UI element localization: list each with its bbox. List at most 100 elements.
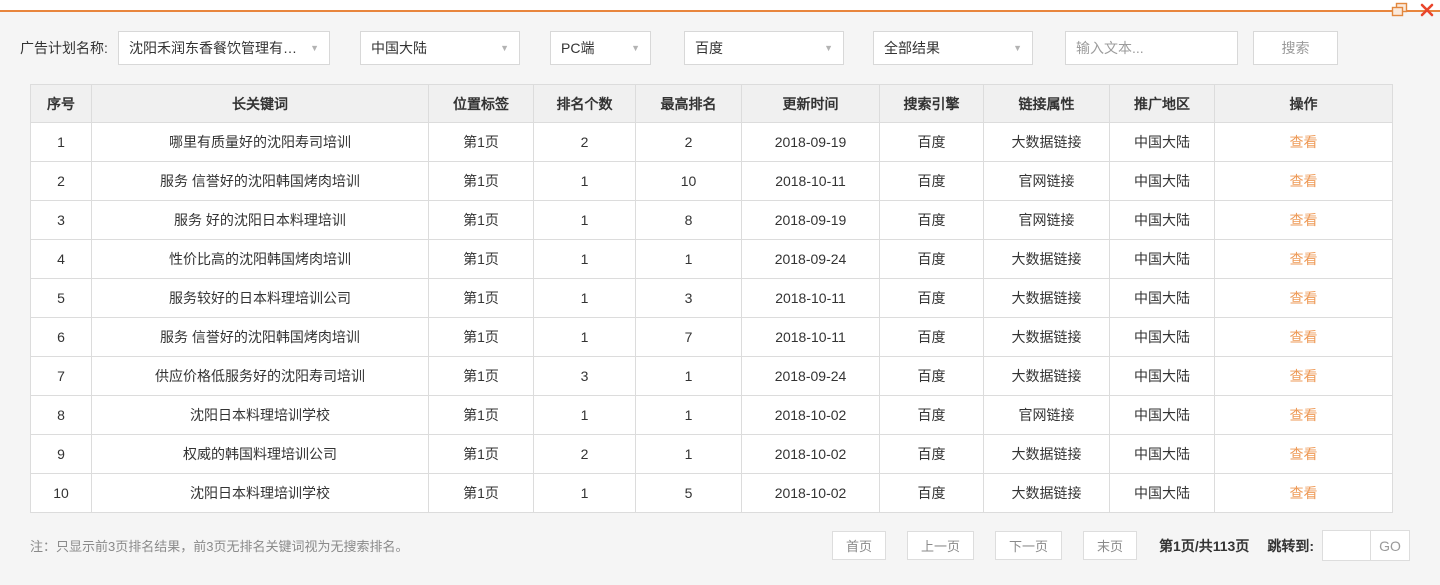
result-filter-select[interactable]: 全部结果 ▼ (873, 31, 1033, 65)
cell-rank-count: 3 (533, 356, 636, 396)
platform-select[interactable]: PC端 ▼ (550, 31, 651, 65)
cell-link-attr: 官网链接 (983, 395, 1110, 435)
chevron-down-icon: ▼ (824, 43, 833, 53)
cell-action: 查看 (1214, 239, 1393, 279)
engine-select-value: 百度 (695, 40, 723, 56)
cell-link-attr: 官网链接 (983, 161, 1110, 201)
cell-rank-count: 1 (533, 473, 636, 513)
filter-bar: 广告计划名称: 沈阳禾润东香餐饮管理有限公... ▼ 中国大陆 ▼ PC端 ▼ … (0, 12, 1440, 84)
table-row: 2 服务 信誉好的沈阳韩国烤肉培训 第1页 1 10 2018-10-11 百度 官网链接 中国… (30, 161, 1393, 201)
cell-action: 查看 (1214, 122, 1393, 162)
cell-engine: 百度 (879, 317, 984, 357)
table-row: 7 供应价格低服务好的沈阳寿司培训 第1页 3 1 2018-09-24 百度 大数据链接 中国… (30, 356, 1393, 396)
cell-rank-count: 2 (533, 122, 636, 162)
table-row: 6 服务 信誉好的沈阳韩国烤肉培训 第1页 1 7 2018-10-11 百度 大数据链接 中国… (30, 317, 1393, 357)
chevron-down-icon: ▼ (310, 43, 319, 53)
col-best-rank: 最高排名 (635, 84, 742, 123)
cell-link-attr: 大数据链接 (983, 239, 1110, 279)
table-row: 9 权威的韩国料理培训公司 第1页 2 1 2018-10-02 百度 大数据链接 中国大陆 查看 (30, 434, 1393, 474)
cell-seq: 8 (30, 395, 92, 435)
cell-best-rank: 1 (635, 395, 742, 435)
chevron-down-icon: ▼ (500, 43, 509, 53)
view-link[interactable]: 查看 (1290, 485, 1318, 501)
cell-keyword: 服务 信誉好的沈阳韩国烤肉培训 (91, 317, 429, 357)
col-action: 操作 (1214, 84, 1393, 123)
cell-action: 查看 (1214, 278, 1393, 318)
view-link[interactable]: 查看 (1290, 329, 1318, 345)
cell-keyword: 服务 好的沈阳日本料理培训 (91, 200, 429, 240)
cell-action: 查看 (1214, 200, 1393, 240)
cell-engine: 百度 (879, 434, 984, 474)
region-select[interactable]: 中国大陆 ▼ (360, 31, 520, 65)
cell-keyword: 供应价格低服务好的沈阳寿司培训 (91, 356, 429, 396)
col-engine: 搜索引擎 (879, 84, 984, 123)
cell-seq: 9 (30, 434, 92, 474)
cell-page-tag: 第1页 (428, 200, 534, 240)
cell-update-time: 2018-10-11 (741, 161, 880, 201)
view-link[interactable]: 查看 (1290, 407, 1318, 423)
col-rank-count: 排名个数 (533, 84, 636, 123)
cell-update-time: 2018-10-02 (741, 395, 880, 435)
cell-region: 中国大陆 (1109, 122, 1215, 162)
go-button[interactable]: GO (1370, 531, 1409, 560)
cell-engine: 百度 (879, 473, 984, 513)
cell-keyword: 沈阳日本料理培训学校 (91, 473, 429, 513)
cell-link-attr: 大数据链接 (983, 356, 1110, 396)
jump-page-input[interactable] (1323, 531, 1370, 560)
cell-update-time: 2018-10-11 (741, 278, 880, 318)
view-link[interactable]: 查看 (1290, 290, 1318, 306)
cell-rank-count: 1 (533, 200, 636, 240)
view-link[interactable]: 查看 (1290, 446, 1318, 462)
cell-update-time: 2018-09-19 (741, 122, 880, 162)
cell-engine: 百度 (879, 239, 984, 279)
cell-rank-count: 1 (533, 161, 636, 201)
cell-link-attr: 官网链接 (983, 200, 1110, 240)
cell-engine: 百度 (879, 278, 984, 318)
cell-region: 中国大陆 (1109, 395, 1215, 435)
cell-best-rank: 7 (635, 317, 742, 357)
search-button[interactable]: 搜索 (1253, 31, 1338, 65)
col-seq: 序号 (30, 84, 92, 123)
pagination: 首页 上一页 下一页 末页 第1页/共113页 跳转到: GO (832, 530, 1410, 561)
cell-seq: 5 (30, 278, 92, 318)
close-icon[interactable] (1420, 3, 1434, 17)
cell-region: 中国大陆 (1109, 239, 1215, 279)
view-link[interactable]: 查看 (1290, 212, 1318, 228)
cell-link-attr: 大数据链接 (983, 473, 1110, 513)
view-link[interactable]: 查看 (1290, 134, 1318, 150)
cell-update-time: 2018-10-02 (741, 434, 880, 474)
view-link[interactable]: 查看 (1290, 368, 1318, 384)
restore-window-icon[interactable] (1391, 2, 1408, 17)
engine-select[interactable]: 百度 ▼ (684, 31, 844, 65)
cell-page-tag: 第1页 (428, 239, 534, 279)
campaign-select[interactable]: 沈阳禾润东香餐饮管理有限公... ▼ (118, 31, 330, 65)
cell-keyword: 哪里有质量好的沈阳寿司培训 (91, 122, 429, 162)
view-link[interactable]: 查看 (1290, 251, 1318, 267)
cell-action: 查看 (1214, 317, 1393, 357)
cell-rank-count: 1 (533, 278, 636, 318)
footer: 注：只显示前3页排名结果，前3页无排名关键词视为无搜索排名。 首页 上一页 下一… (30, 530, 1410, 561)
cell-page-tag: 第1页 (428, 278, 534, 318)
prev-page-button[interactable]: 上一页 (907, 531, 975, 560)
cell-action: 查看 (1214, 395, 1393, 435)
cell-update-time: 2018-09-24 (741, 239, 880, 279)
first-page-button[interactable]: 首页 (832, 531, 887, 560)
search-input[interactable] (1065, 31, 1238, 65)
cell-engine: 百度 (879, 122, 984, 162)
cell-seq: 2 (30, 161, 92, 201)
view-link[interactable]: 查看 (1290, 173, 1318, 189)
next-page-button[interactable]: 下一页 (995, 531, 1063, 560)
cell-rank-count: 2 (533, 434, 636, 474)
last-page-button[interactable]: 末页 (1083, 531, 1138, 560)
cell-rank-count: 1 (533, 239, 636, 279)
cell-seq: 7 (30, 356, 92, 396)
cell-keyword: 服务 信誉好的沈阳韩国烤肉培训 (91, 161, 429, 201)
cell-update-time: 2018-09-19 (741, 200, 880, 240)
cell-region: 中国大陆 (1109, 356, 1215, 396)
cell-link-attr: 大数据链接 (983, 434, 1110, 474)
cell-engine: 百度 (879, 161, 984, 201)
cell-best-rank: 1 (635, 239, 742, 279)
cell-seq: 4 (30, 239, 92, 279)
cell-rank-count: 1 (533, 395, 636, 435)
col-keyword: 长关键词 (91, 84, 429, 123)
